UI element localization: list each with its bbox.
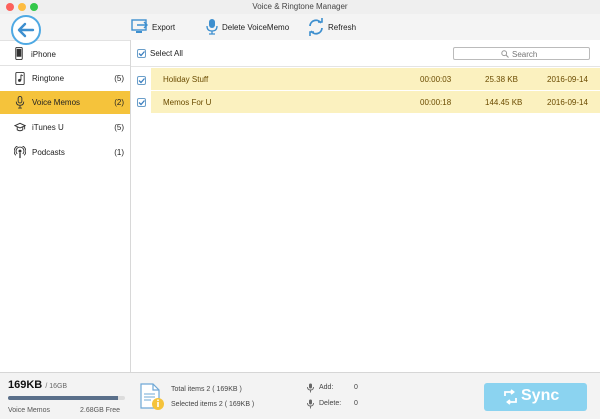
list-header: Select All bbox=[131, 40, 600, 67]
ringtone-icon bbox=[15, 72, 25, 85]
sidebar-item-label: iTunes U bbox=[32, 123, 64, 132]
window-title: Voice & Ringtone Manager bbox=[252, 2, 348, 11]
microphone-icon bbox=[206, 19, 218, 35]
storage-bar bbox=[8, 396, 125, 400]
memo-duration: 00:00:03 bbox=[420, 75, 452, 84]
title-bar: Voice & Ringtone Manager bbox=[0, 0, 600, 14]
search-icon bbox=[501, 50, 509, 58]
table-row[interactable]: Memos For U 00:00:18 144.45 KB 2016-09-1… bbox=[151, 91, 600, 114]
iphone-icon bbox=[15, 47, 23, 60]
export-label: Export bbox=[152, 22, 176, 32]
main-panel: Select All Holiday Stuff 00:00:03 25.38 … bbox=[131, 40, 600, 372]
storage-capacity: / 16GB bbox=[45, 383, 68, 390]
memo-date: 2016-09-14 bbox=[547, 98, 588, 107]
table-row[interactable]: Holiday Stuff 00:00:03 25.38 KB 2016-09-… bbox=[151, 68, 600, 91]
sidebar-item-label: Podcasts bbox=[32, 148, 65, 157]
select-all-checkbox[interactable] bbox=[137, 49, 146, 58]
storage-type-label: Voice Memos bbox=[8, 407, 51, 414]
sidebar-item-voice-memos[interactable]: Voice Memos (2) bbox=[0, 91, 130, 114]
memo-name: Memos For U bbox=[163, 98, 212, 107]
status-footer: 169KB / 16GB Voice Memos 2.68GB Free Tot… bbox=[0, 372, 600, 419]
checkmark-icon bbox=[138, 100, 145, 106]
refresh-button[interactable]: Refresh bbox=[307, 18, 356, 36]
delete-microphone-icon bbox=[307, 399, 314, 409]
sidebar-item-count: (1) bbox=[114, 148, 124, 157]
sidebar-device-label: iPhone bbox=[31, 50, 56, 59]
row-checkbox[interactable] bbox=[137, 76, 146, 85]
add-microphone-icon bbox=[307, 383, 314, 393]
export-icon bbox=[131, 19, 148, 33]
file-info-icon bbox=[140, 383, 164, 410]
back-button[interactable] bbox=[11, 15, 41, 45]
sidebar-item-count: (2) bbox=[114, 98, 124, 107]
memo-date: 2016-09-14 bbox=[547, 75, 588, 84]
sidebar-item-label: Ringtone bbox=[32, 74, 65, 83]
sidebar-item-podcasts[interactable]: Podcasts (1) bbox=[0, 141, 130, 164]
toolbar: Export Delete VoiceMemo Refresh bbox=[0, 14, 600, 40]
sidebar-item-itunes-u[interactable]: iTunes U (5) bbox=[0, 116, 130, 139]
refresh-label: Refresh bbox=[328, 22, 357, 32]
delete-label: Delete: bbox=[319, 400, 342, 407]
memo-size: 25.38 KB bbox=[485, 75, 518, 84]
refresh-icon bbox=[309, 18, 323, 36]
delete-value: 0 bbox=[354, 400, 358, 407]
search-input[interactable] bbox=[512, 49, 582, 59]
storage-bar-fill bbox=[8, 396, 118, 400]
add-label: Add: bbox=[319, 384, 334, 391]
total-items: Total items 2 ( 169KB ) bbox=[171, 386, 242, 393]
delete-voicememo-label: Delete VoiceMemo bbox=[222, 22, 290, 32]
sidebar-item-count: (5) bbox=[114, 123, 124, 132]
microphone-icon bbox=[15, 96, 25, 109]
sync-icon bbox=[504, 389, 517, 405]
memo-name: Holiday Stuff bbox=[163, 75, 209, 84]
graduation-cap-icon bbox=[14, 122, 26, 132]
memo-size: 144.45 KB bbox=[485, 98, 523, 107]
sidebar-item-count: (5) bbox=[114, 74, 124, 83]
sync-button[interactable]: Sync bbox=[484, 383, 587, 411]
back-arrow-icon bbox=[17, 22, 35, 38]
sync-label: Sync bbox=[521, 387, 560, 404]
delete-voicememo-button[interactable]: Delete VoiceMemo bbox=[205, 18, 289, 36]
row-checkbox[interactable] bbox=[137, 98, 146, 107]
select-all-label: Select All bbox=[150, 49, 183, 58]
checkmark-icon bbox=[138, 51, 145, 57]
add-value: 0 bbox=[354, 384, 358, 391]
search-box[interactable] bbox=[453, 47, 590, 60]
export-button[interactable]: Export bbox=[131, 18, 175, 36]
storage-used-value: 169KB bbox=[8, 379, 43, 391]
memo-duration: 00:00:18 bbox=[420, 98, 452, 107]
storage-used: 169KB / 16GB bbox=[8, 379, 67, 391]
storage-free: 2.68GB Free bbox=[80, 407, 121, 414]
sidebar-item-label: Voice Memos bbox=[32, 98, 81, 107]
checkmark-icon bbox=[138, 78, 145, 84]
sidebar-item-ringtone[interactable]: Ringtone (5) bbox=[0, 67, 130, 90]
podcast-icon bbox=[14, 146, 26, 159]
sidebar: iPhone Ringtone (5) Voice Memos (2) iTun… bbox=[0, 40, 131, 372]
selected-items: Selected items 2 ( 169KB ) bbox=[171, 401, 255, 408]
